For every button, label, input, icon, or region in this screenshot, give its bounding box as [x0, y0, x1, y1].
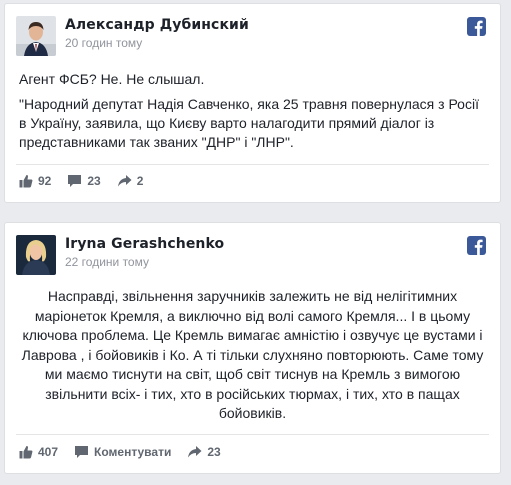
post-footer: 92 23 2	[19, 171, 486, 191]
share-arrow-icon	[188, 446, 202, 458]
author-name[interactable]: Iryna Gerashchenko	[65, 236, 224, 252]
post-timestamp[interactable]: 22 години тому	[65, 255, 149, 269]
thumbs-up-icon	[19, 174, 33, 188]
post-card: Iryna Gerashchenko 22 години тому Наспра…	[4, 222, 501, 474]
facebook-icon[interactable]	[467, 236, 486, 255]
post-footer: 407 Коментувати 23	[19, 442, 486, 462]
author-avatar[interactable]	[16, 16, 56, 56]
comment-icon	[68, 175, 82, 187]
facebook-icon[interactable]	[467, 17, 486, 36]
post-timestamp[interactable]: 20 годин тому	[65, 36, 142, 50]
post-text: Насправді, звільнення заручників залежит…	[21, 288, 484, 421]
post-text: Агент ФСБ? Не. Не слышал.	[19, 71, 205, 87]
share-arrow-icon	[117, 175, 132, 187]
share-count-value: 2	[136, 174, 144, 188]
author-avatar[interactable]	[16, 235, 56, 275]
like-count-value: 92	[38, 174, 52, 188]
author-name[interactable]: Александр Дубинский	[65, 17, 249, 33]
comment-count-value: 23	[87, 174, 101, 188]
like-count[interactable]: 92	[19, 174, 51, 188]
post-text: "Народний депутат Надія Савченко, яка 25…	[19, 96, 479, 150]
like-count[interactable]: 407	[19, 445, 58, 459]
post-card: Александр Дубинский 20 годин тому Агент …	[4, 3, 501, 203]
share-count-value: 23	[207, 445, 221, 459]
footer-divider	[16, 164, 489, 165]
share-count[interactable]: 23	[187, 445, 221, 459]
comment-count[interactable]: 23	[67, 174, 101, 188]
thumbs-up-icon	[19, 445, 33, 459]
like-count-value: 407	[38, 445, 59, 459]
comment-button-label: Коментувати	[94, 445, 172, 459]
share-count[interactable]: 2	[117, 174, 144, 188]
comment-button[interactable]: Коментувати	[74, 445, 171, 459]
footer-divider	[16, 434, 489, 435]
comment-icon	[75, 446, 89, 458]
